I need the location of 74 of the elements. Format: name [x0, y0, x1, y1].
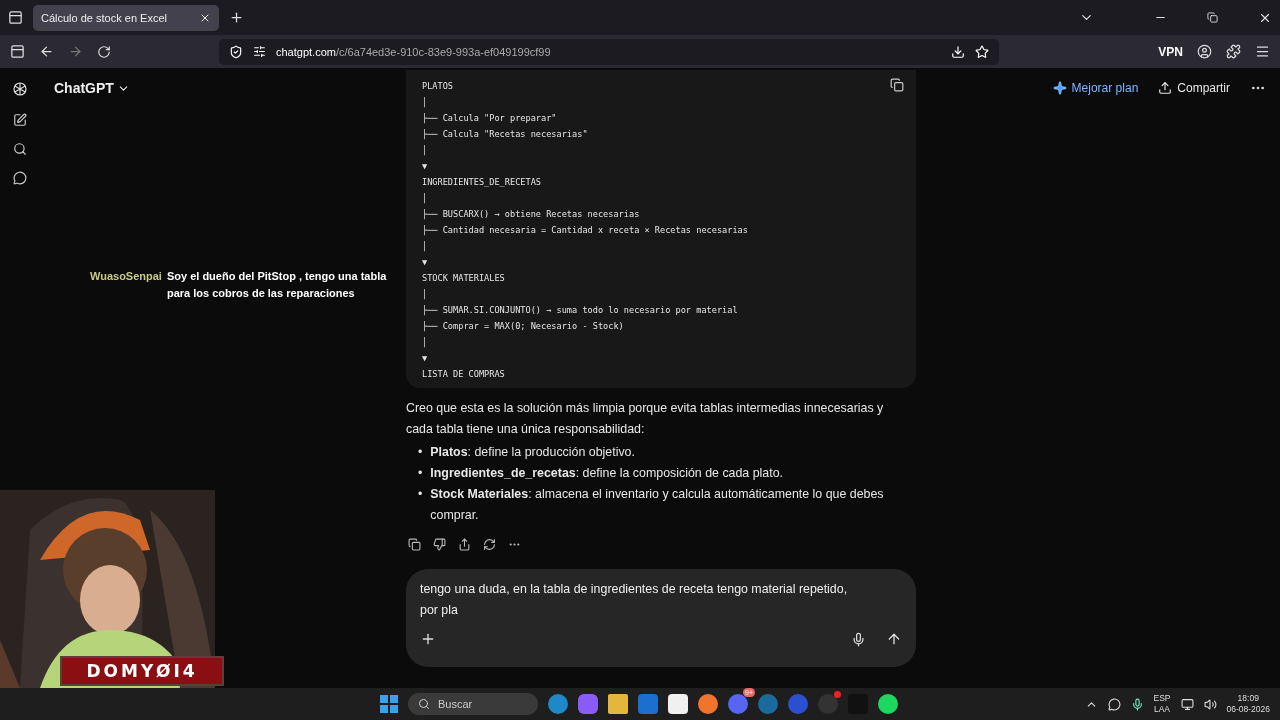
share-icon[interactable]: [458, 538, 471, 551]
code-line: │: [422, 144, 428, 158]
code-line: INGREDIENTES_DE_RECETAS: [422, 176, 541, 189]
code-line: ├── Calcula "Recetas necesarias": [422, 128, 588, 142]
code-line: ▼: [422, 256, 428, 269]
reload-icon[interactable]: [97, 44, 111, 59]
code-line: ├── BUSCARX() → obtiene Recetas necesarias: [422, 208, 640, 222]
menu-icon[interactable]: [1255, 44, 1270, 59]
bullet-item: Platos: define la producción objetivo.: [430, 444, 635, 461]
browser-tab[interactable]: Cálculo de stock en Excel: [33, 4, 219, 31]
code-line: STOCK MATERIALES: [422, 272, 505, 285]
forward-icon[interactable]: [68, 44, 83, 59]
alert-dot: [834, 691, 841, 698]
chat-username: WuasoSenpai: [90, 269, 162, 284]
clock[interactable]: 18:09 06-08-2026: [1226, 693, 1270, 715]
sidebar-icon[interactable]: [10, 44, 25, 59]
taskbar-search-field[interactable]: Buscar: [408, 693, 538, 715]
restore-icon[interactable]: [1207, 12, 1218, 23]
sparkle-icon[interactable]: [1052, 81, 1067, 95]
bullet-marker: •: [418, 486, 423, 503]
code-line: PLATOS: [422, 80, 454, 93]
code-line: │: [422, 288, 428, 302]
chat-icon[interactable]: [13, 171, 27, 185]
code-line: │: [422, 96, 428, 110]
shield-icon[interactable]: [229, 44, 243, 59]
account-icon[interactable]: [1197, 44, 1212, 59]
upgrade-button[interactable]: Mejorar plan: [1052, 81, 1139, 95]
tab-list-icon[interactable]: [8, 10, 23, 25]
bookmark-star-icon[interactable]: [975, 44, 989, 59]
share-button[interactable]: Compartir: [1158, 81, 1230, 95]
tray-microphone-icon[interactable]: [1130, 697, 1144, 711]
bullet-item: Ingredientes_de_recetas: define la composición de cada plato.: [430, 465, 783, 482]
code-line: │: [422, 336, 428, 350]
extensions-icon[interactable]: [1226, 44, 1241, 59]
search-icon[interactable]: [13, 142, 27, 156]
model-selector[interactable]: ChatGPT: [54, 80, 130, 96]
code-line: ├── Comprar = MAX(0; Necesario - Stock): [422, 320, 624, 334]
streamer-name-banner: DOMYØI4: [60, 656, 224, 686]
code-line: ▼: [422, 160, 428, 173]
bullet-item: Stock Materiales: almacena el inventario y calcula automáticamente lo que debes comprar.: [430, 486, 885, 524]
add-button[interactable]: [420, 631, 436, 647]
copy-icon[interactable]: [408, 538, 421, 551]
message-input[interactable]: tengo una duda, en la tabla de ingredientes de receta tengo material repetido, por pla: [420, 579, 865, 623]
code-line: LISTA DE COMPRAS: [422, 368, 505, 381]
regenerate-icon[interactable]: [483, 538, 496, 551]
new-tab-icon[interactable]: [229, 10, 244, 25]
download-icon[interactable]: [951, 44, 965, 59]
thumbs-down-icon[interactable]: [433, 538, 446, 551]
code-line: ├── SUMAR.SI.CONJUNTO() → suma todo lo necesario por material: [422, 304, 738, 318]
code-line: ▼: [422, 352, 428, 365]
new-chat-icon[interactable]: [13, 113, 27, 127]
logo-icon[interactable]: [11, 80, 29, 98]
windows-icon[interactable]: [380, 695, 398, 713]
back-icon[interactable]: [39, 44, 54, 59]
network-icon[interactable]: [1180, 697, 1194, 711]
url-text[interactable]: chatgpt.com/c/6a74ed3e-910c-83e9-993a-ef049199cf99: [276, 45, 551, 58]
bullet-marker: •: [418, 465, 423, 482]
upload-icon[interactable]: [1158, 81, 1173, 95]
code-line: ├── Cantidad necesaria = Cantidad x receta × Recetas necesarias: [422, 224, 748, 238]
chat-message: Soy el dueño del PitStop , tengo una tabla para los cobros de las reparaciones: [166, 269, 388, 301]
answer-paragraph: Creo que esta es la solución más limpia porque evita tablas intermedias innecesarias y cada tabla tiene una única responsabilidad:: [406, 400, 885, 438]
site-settings-icon[interactable]: [253, 45, 266, 58]
tray-chat-icon[interactable]: [1107, 697, 1121, 711]
vpn-button[interactable]: VPN: [1158, 44, 1183, 59]
volume-icon[interactable]: [1203, 697, 1217, 711]
microphone-button[interactable]: [851, 631, 866, 647]
code-line: │: [422, 192, 428, 206]
message-composer[interactable]: tengo una duda, en la tabla de ingredientes de receta tengo material repetido, por pla: [406, 569, 916, 667]
language-indicator[interactable]: ESP LAA: [1153, 693, 1171, 715]
bullet-marker: •: [418, 444, 423, 461]
code-line: │: [422, 240, 428, 254]
search-icon[interactable]: [418, 698, 430, 710]
send-button[interactable]: [886, 631, 902, 647]
code-line: ├── Calcula "Por preparar": [422, 112, 557, 126]
